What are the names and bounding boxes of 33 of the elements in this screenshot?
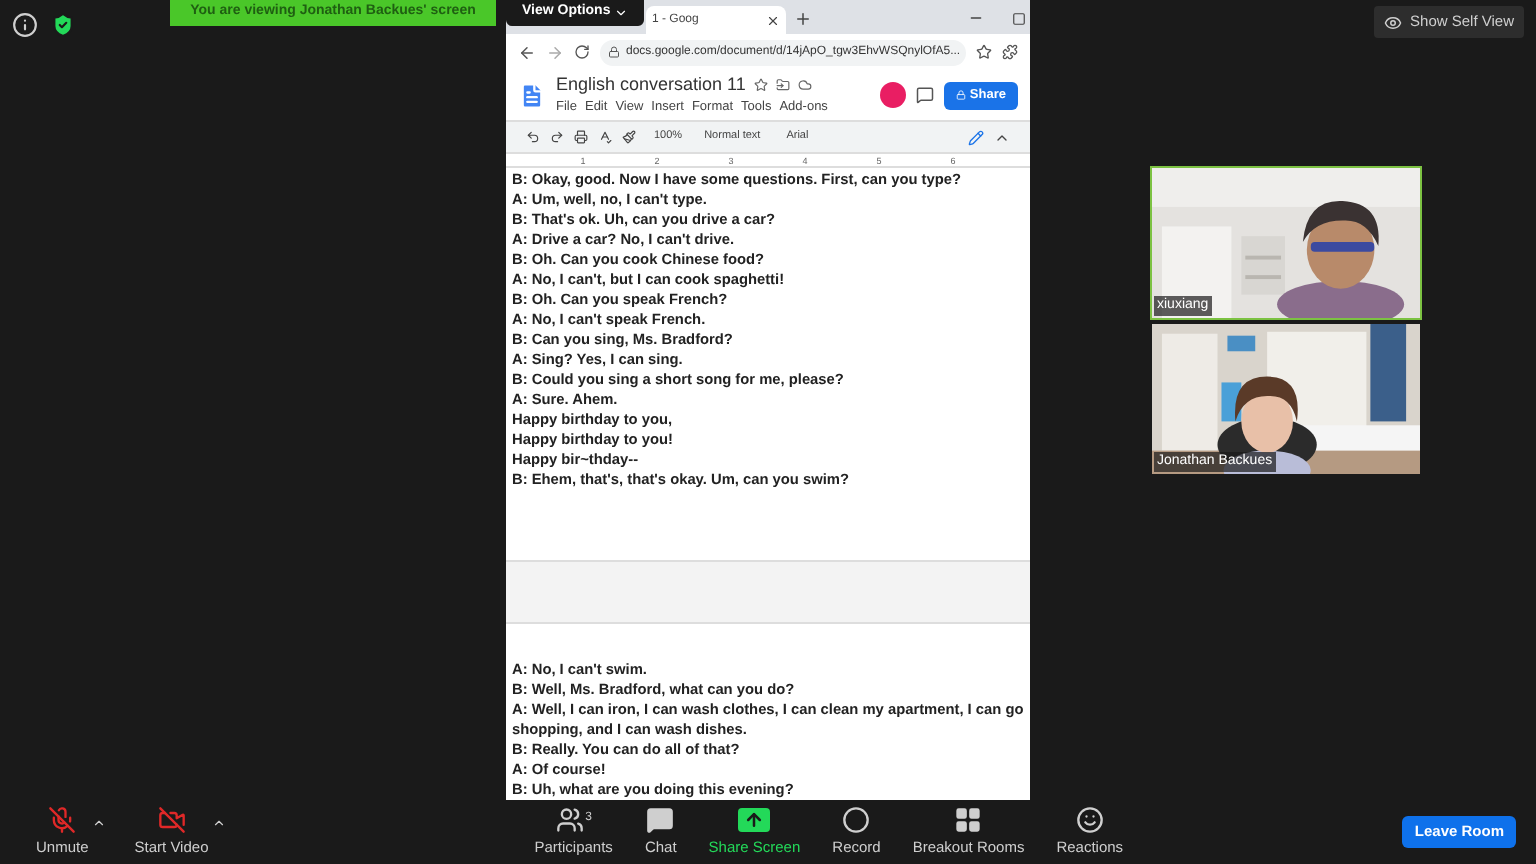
pencil-icon[interactable] [968,129,984,145]
close-icon[interactable] [766,13,780,27]
shield-check-icon[interactable] [50,12,76,38]
share-screen-icon [738,807,771,832]
people-icon [555,805,584,834]
print-icon[interactable] [574,130,588,144]
folder-icon[interactable] [775,78,790,93]
avatar-icon[interactable] [879,82,906,108]
maximize-icon[interactable] [1012,12,1026,26]
chat-bubble-icon [646,805,675,834]
smiley-icon [1075,805,1104,834]
caret-icon [614,6,629,20]
star-icon[interactable] [976,44,992,60]
document-title[interactable]: English conversation 11 [556,71,746,99]
star-icon[interactable] [753,78,768,93]
caret-icon[interactable] [92,815,107,829]
new-tab-icon[interactable] [794,10,812,28]
back-arrow-icon[interactable] [518,43,536,61]
spell-check-icon[interactable] [598,130,612,144]
reload-icon[interactable] [574,44,590,60]
record-icon [842,805,871,834]
caret-icon[interactable] [212,815,227,829]
eye-icon [1384,13,1403,31]
info-icon[interactable] [12,12,38,38]
redo-icon[interactable] [550,130,564,144]
lock-icon [955,90,966,100]
comment-icon[interactable] [915,86,934,104]
cloud-icon[interactable] [797,78,812,93]
undo-icon[interactable] [526,130,540,144]
paint-format-icon[interactable] [622,130,636,144]
lock-icon [608,46,620,58]
grid-icon [954,805,983,834]
puzzle-icon[interactable] [1002,44,1018,60]
